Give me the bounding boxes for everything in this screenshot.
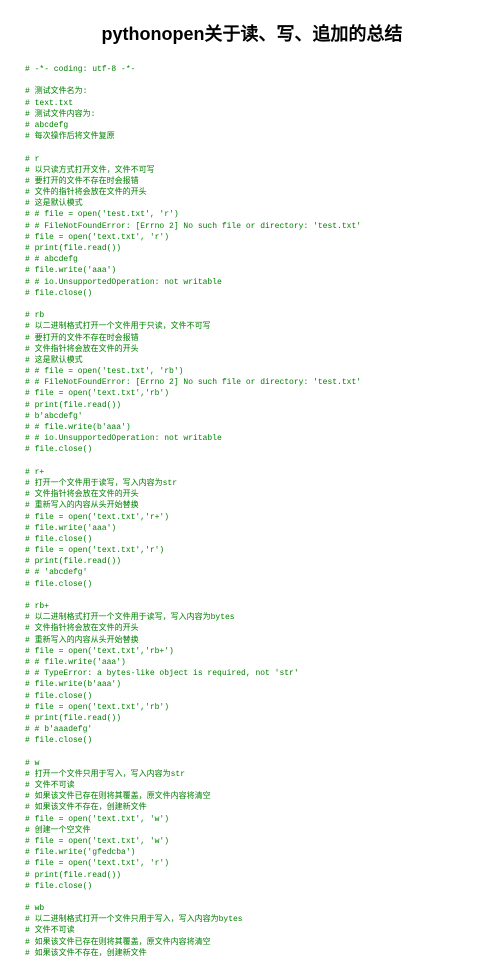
code-block: # -*- coding: utf-8 -*- # 测试文件名为: # text…: [25, 64, 479, 959]
page-title: pythonopen关于读、写、追加的总结: [25, 20, 479, 46]
